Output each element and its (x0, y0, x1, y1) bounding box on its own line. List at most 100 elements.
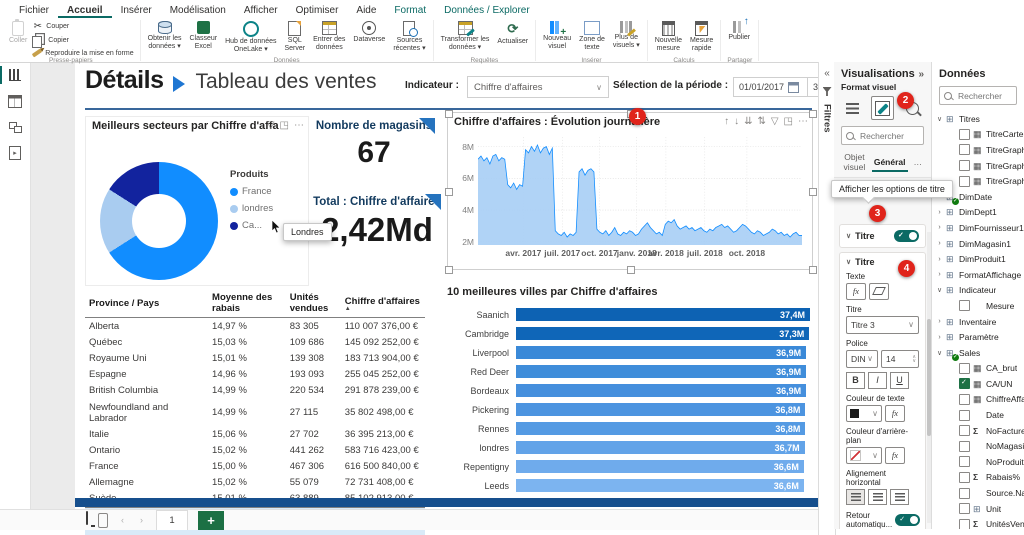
selection-handle[interactable] (809, 110, 817, 118)
font-size-stepper[interactable]: 14 ∧ ∨ (881, 349, 919, 368)
ribbon-button-plus-de[interactable]: Plus de visuels ▾ (610, 20, 643, 57)
format-tab[interactable] (870, 96, 895, 120)
field-titrecarte1[interactable]: ▦ TitreCarte1 (934, 127, 1024, 143)
bold-button[interactable]: B (846, 371, 865, 389)
table-row[interactable]: Italie 15,06 % 27 702 36 395 213,00 € (85, 426, 425, 442)
ribbon-tab-ins-rer[interactable]: Insérer (112, 3, 161, 18)
bar[interactable]: 37,3M (516, 326, 810, 341)
table-row[interactable]: Royaume Uni 15,01 % 139 308 183 713 904,00 … (85, 350, 425, 366)
field-checkbox[interactable] (959, 487, 970, 499)
field-checkbox[interactable] (959, 175, 970, 187)
field-noproduit[interactable]: NoProduit (934, 454, 1024, 470)
bar[interactable]: 36,7M (516, 440, 805, 455)
focus-mode-icon[interactable]: ◳ (280, 120, 289, 131)
field-checkbox[interactable] (959, 440, 970, 452)
bar[interactable]: 37,4M (516, 307, 810, 322)
align-right-button[interactable] (890, 488, 909, 505)
selection-handle[interactable] (809, 266, 817, 274)
ribbon-button-obtenir-les[interactable]: Obtenir les données ▾ (145, 20, 185, 57)
field-nomagasin[interactable]: NoMagasin (934, 438, 1024, 454)
italic-button[interactable]: I (868, 371, 887, 389)
legend-item-2[interactable]: Ca... (230, 220, 273, 231)
field-checkbox[interactable] (959, 300, 970, 312)
text-color-fx-button[interactable]: fx (885, 404, 905, 422)
title-style-dropdown[interactable]: Titre 3 ∨ (846, 315, 919, 334)
align-center-button[interactable] (868, 488, 887, 505)
table-header-province-pays[interactable]: Province / Pays (85, 290, 209, 318)
total-revenue-card[interactable]: Total : Chiffre d'affaires 2,42Md (313, 194, 441, 274)
dax-query-view-button[interactable]: ▸ (0, 140, 30, 166)
expand-next-level-icon[interactable]: ⇊ (744, 116, 752, 127)
expander-icon[interactable]: ∨ (936, 115, 943, 123)
field-ca-brut[interactable]: ▦ CA_brut (934, 361, 1024, 377)
bar-row-rennes[interactable]: Rennes 36,8M (443, 419, 806, 438)
bar-row-leeds[interactable]: Leeds 36,6M (443, 476, 805, 495)
expander-icon[interactable]: ∨ (936, 286, 943, 294)
underline-button[interactable]: U (890, 371, 909, 389)
text-color-swatch[interactable]: ∨ (846, 404, 882, 422)
ribbon-tab-fichier[interactable]: Fichier (10, 3, 58, 18)
field-checkbox[interactable] (959, 456, 970, 468)
ribbon-button-zone-de[interactable]: Zone de texte (576, 20, 608, 57)
indicator-dropdown[interactable]: Chiffre d'affaires ∨ (467, 76, 609, 98)
ribbon-button-coller[interactable]: Coller (6, 19, 30, 57)
expander-icon[interactable]: › (936, 209, 943, 216)
format-search[interactable] (841, 126, 924, 145)
ribbon-tab-aide[interactable]: Aide (347, 3, 385, 18)
ribbon-tab-donn-es-explorer[interactable]: Données / Explorer (435, 3, 539, 18)
field-checkbox[interactable] (959, 503, 970, 515)
next-page-arrow[interactable]: › (137, 515, 146, 525)
expander-icon[interactable]: › (936, 334, 943, 341)
field-unitésvendues[interactable]: Σ UnitésVendues (934, 516, 1024, 529)
ribbon-button-nouvelle[interactable]: Nouvelle mesure (652, 20, 685, 57)
ribbon-tab-format[interactable]: Format (385, 3, 435, 18)
desktop-layout-button[interactable] (86, 511, 88, 528)
expander-icon[interactable]: › (936, 318, 943, 325)
field-checkbox[interactable] (959, 518, 970, 529)
field-ca-un[interactable]: ▦ CA/UN (934, 376, 1024, 392)
stepper-arrows-icon[interactable]: ∧ ∨ (912, 354, 916, 363)
ribbon-button-actualiser[interactable]: Actualiser (494, 20, 531, 57)
field-inventaire[interactable]: › ⊞ Inventaire (934, 314, 1024, 330)
field-formataffichage[interactable]: › ⊞ FormatAffichage (934, 267, 1024, 283)
ribbon-button-hub-de-données[interactable]: Hub de données OneLake ▾ (222, 20, 279, 57)
table-row[interactable]: Allemagne 15,02 % 55 079 72 731 408,00 € (85, 475, 425, 491)
ribbon-button-sql[interactable]: SQL Server (282, 20, 309, 57)
field-checkbox[interactable] (959, 160, 970, 172)
previous-page-arrow[interactable]: ‹ (118, 515, 127, 525)
bar-row-pickering[interactable]: Pickering 36,8M (443, 400, 806, 419)
title-section-header[interactable]: ∨ Titre (839, 223, 926, 248)
ribbon-button-publier[interactable]: Publier (725, 16, 753, 57)
font-family-dropdown[interactable]: DIN ∨ (846, 349, 878, 368)
selection-handle[interactable] (627, 266, 635, 274)
text-reset-button[interactable] (869, 282, 889, 300)
donut-chart[interactable] (100, 162, 218, 280)
legend-item-1[interactable]: londres (230, 203, 273, 214)
expander-icon[interactable]: ∨ (936, 349, 943, 357)
mobile-layout-button[interactable] (98, 512, 108, 528)
field-checkbox[interactable] (959, 471, 970, 483)
bar[interactable]: 36,9M (516, 364, 807, 379)
filter-icon[interactable]: ▽ (771, 116, 779, 127)
field-sales[interactable]: ∨ ⊞ ✓ Sales (934, 345, 1024, 361)
bar[interactable]: 36,6M (516, 478, 804, 493)
field-checkbox[interactable] (959, 393, 970, 405)
expand-filters-icon[interactable]: « (824, 68, 830, 79)
expander-icon[interactable]: › (936, 271, 943, 278)
ribbon-button-entrer-des[interactable]: Entrer des données (310, 20, 348, 57)
bar[interactable]: 36,9M (516, 383, 807, 398)
bar[interactable]: 36,9M (516, 345, 807, 360)
legend-item-0[interactable]: France (230, 186, 273, 197)
field-nofacture[interactable]: Σ NoFacture (934, 423, 1024, 439)
fields-tab[interactable] (841, 96, 865, 120)
table-row[interactable]: Alberta 14,97 % 83 305 110 007 376,00 € (85, 318, 425, 335)
bg-color-swatch[interactable]: ∨ (846, 446, 882, 464)
table-view-button[interactable] (0, 88, 30, 114)
daily-evolution-visual[interactable]: Chiffre d'affaires : Évolution journaliè… (445, 110, 817, 274)
ribbon-button-transformer-les[interactable]: Transformer les données ▾ (438, 20, 493, 57)
selection-handle[interactable] (809, 188, 817, 196)
data-search[interactable] (939, 86, 1017, 105)
bar-row-cambridge[interactable]: Cambridge 37,3M (443, 324, 810, 343)
bar-row-red-deer[interactable]: Red Deer 36,9M (443, 362, 807, 381)
bar[interactable]: 36,8M (516, 421, 806, 436)
